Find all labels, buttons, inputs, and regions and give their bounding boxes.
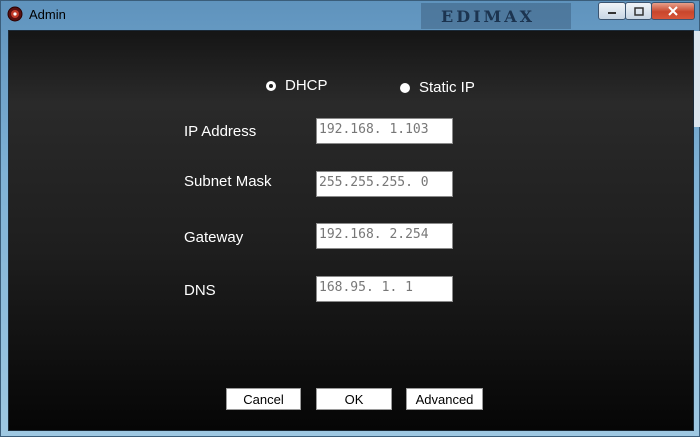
- subnet-mask-label: Subnet Mask: [184, 173, 272, 190]
- ip-address-label: IP Address: [184, 123, 257, 140]
- minimize-button[interactable]: [598, 2, 626, 20]
- maximize-icon: [633, 6, 644, 16]
- static-ip-label: Static IP: [419, 79, 475, 96]
- gateway-field[interactable]: 192.168. 2.254: [316, 223, 453, 249]
- app-icon: [7, 6, 23, 22]
- close-button[interactable]: [651, 2, 695, 20]
- dns-label: DNS: [184, 282, 216, 299]
- minimize-icon: [608, 12, 616, 14]
- dns-field[interactable]: 168.95. 1. 1: [316, 276, 453, 302]
- cancel-button[interactable]: Cancel: [226, 388, 301, 410]
- brand-logo: EDIMAX: [421, 3, 571, 29]
- close-icon: [668, 6, 678, 16]
- title-bar[interactable]: Admin EDIMAX: [1, 1, 699, 29]
- dhcp-label: DHCP: [285, 77, 328, 94]
- window-title: Admin: [29, 7, 66, 22]
- ip-address-field[interactable]: 192.168. 1.103: [316, 118, 453, 144]
- dhcp-radio[interactable]: DHCP: [266, 77, 328, 94]
- ok-button[interactable]: OK: [316, 388, 392, 410]
- gateway-label: Gateway: [184, 229, 244, 246]
- svg-text:EDIMAX: EDIMAX: [441, 7, 535, 26]
- radio-checked-icon: [266, 80, 276, 91]
- maximize-button[interactable]: [625, 2, 652, 20]
- admin-window: Admin EDIMAX DHCP Static IP IP Address 1…: [0, 0, 700, 437]
- radio-unchecked-icon: [400, 82, 410, 93]
- advanced-button[interactable]: Advanced: [406, 388, 483, 410]
- static-ip-radio[interactable]: Static IP: [400, 79, 475, 96]
- subnet-mask-field[interactable]: 255.255.255. 0: [316, 171, 453, 197]
